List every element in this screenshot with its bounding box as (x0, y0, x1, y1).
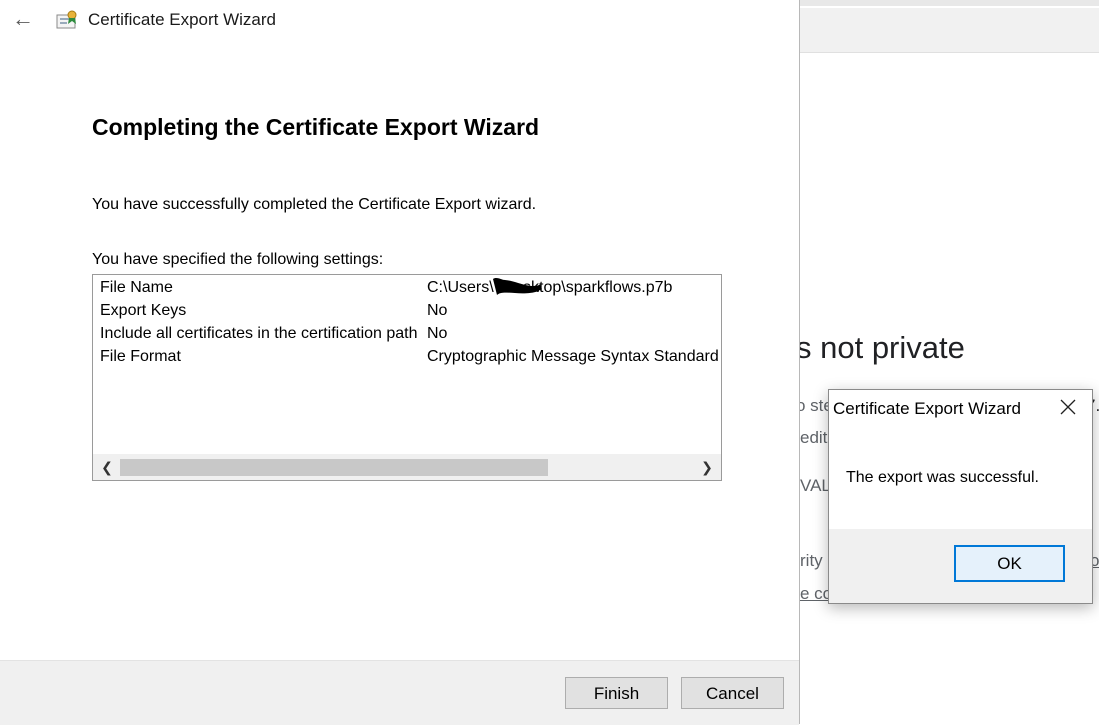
finish-button[interactable]: Finish (565, 677, 668, 709)
certificate-export-wizard-window: ← Certificate Export Wizard Completing t… (0, 0, 800, 725)
success-text: You have successfully completed the Cert… (92, 196, 537, 213)
window-title: Certificate Export Wizard (88, 10, 276, 29)
redaction-scribble-icon (493, 278, 542, 295)
browser-tab-strip (800, 0, 1099, 6)
certificate-icon (56, 10, 77, 29)
setting-value: No (427, 325, 448, 342)
settings-row-file-format[interactable]: File Format Cryptographic Message Syntax… (93, 344, 721, 367)
export-success-dialog: Certificate Export Wizard The export was… (828, 389, 1093, 604)
browser-text-fragment: edit (800, 428, 828, 447)
setting-key: Include all certificates in the certific… (100, 325, 418, 342)
settings-row-include-certificates[interactable]: Include all certificates in the certific… (93, 321, 721, 344)
scrollbar-thumb[interactable] (120, 459, 548, 476)
privacy-error-heading: s not private (796, 330, 965, 365)
background-browser-window: s not private o ste edit VALI rity e co … (796, 0, 1099, 724)
dialog-message: The export was successful. (846, 469, 1039, 486)
settings-label: You have specified the following setting… (92, 251, 384, 268)
ok-button[interactable]: OK (954, 545, 1065, 582)
settings-list[interactable]: File Name C:\Users\ \Desktop\sparkflows.… (92, 274, 722, 481)
setting-key: Export Keys (100, 302, 187, 319)
setting-value: Cryptographic Message Syntax Standard - (427, 348, 722, 365)
browser-address-bar[interactable] (800, 8, 1099, 53)
setting-value: No (427, 302, 448, 319)
cancel-button[interactable]: Cancel (681, 677, 784, 709)
dialog-title: Certificate Export Wizard (833, 399, 1021, 418)
wizard-footer: Finish Cancel (0, 660, 799, 725)
close-icon[interactable] (1053, 396, 1083, 420)
setting-key: File Name (100, 279, 173, 296)
back-arrow-icon[interactable]: ← (10, 6, 36, 32)
scroll-left-arrow-icon[interactable]: ❮ (95, 454, 119, 480)
dialog-footer: OK (829, 529, 1092, 603)
settings-row-file-name[interactable]: File Name C:\Users\ \Desktop\sparkflows.… (93, 275, 721, 298)
scroll-right-arrow-icon[interactable]: ❯ (695, 454, 719, 480)
settings-row-export-keys[interactable]: Export Keys No (93, 298, 721, 321)
horizontal-scrollbar[interactable]: ❮ ❯ (93, 454, 721, 480)
page-heading: Completing the Certificate Export Wizard (92, 114, 540, 140)
setting-value: C:\Users\ \Desktop\sparkflows.p7b (427, 279, 673, 296)
setting-key: File Format (100, 348, 181, 365)
browser-text-fragment: rity (800, 551, 823, 570)
